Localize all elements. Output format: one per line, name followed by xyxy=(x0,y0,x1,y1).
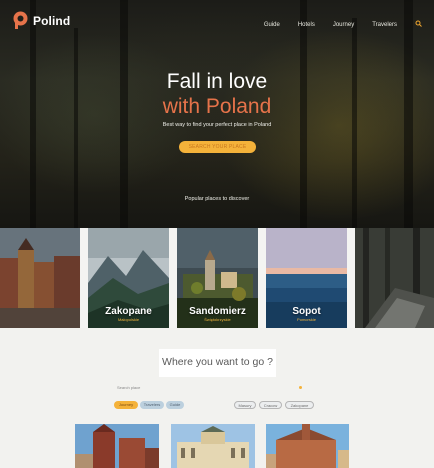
church-image xyxy=(75,424,159,468)
result-photo-townhall[interactable] xyxy=(266,424,349,468)
place-region: Małopolskie xyxy=(117,317,140,322)
result-photo-church[interactable] xyxy=(75,424,159,468)
hero-title-line1: Fall in love xyxy=(166,70,268,93)
chip-cracow[interactable]: Cracow xyxy=(259,401,282,409)
carousel-side-card-left[interactable] xyxy=(0,228,80,328)
palace-image xyxy=(171,424,255,468)
carousel-side-card-right[interactable] xyxy=(355,228,434,328)
townhall-image xyxy=(266,424,349,468)
chip-journey[interactable]: Journey xyxy=(114,401,138,409)
chip-guide[interactable]: Guide xyxy=(166,401,184,409)
place-card-zakopane[interactable]: Zakopane Małopolskie xyxy=(88,228,169,328)
place-region: Pomorskie xyxy=(297,317,316,322)
hero-title: Fall in love with Poland xyxy=(0,69,434,119)
hero-section: Polind Guide Hotels Journey Travelers Fa… xyxy=(0,0,434,228)
nav-guide[interactable]: Guide xyxy=(264,22,280,28)
nav-journey[interactable]: Journey xyxy=(333,22,354,28)
search-place-button[interactable]: SEARCH YOUR PLACE xyxy=(179,141,256,153)
place-card-sopot[interactable]: Sopot Pomorskie xyxy=(266,228,347,328)
place-region: Świętokrzyskie xyxy=(204,317,231,322)
hero-subtitle: Best way to find your perfect place in P… xyxy=(162,122,272,128)
search-icon[interactable] xyxy=(415,20,422,29)
result-photo-palace[interactable] xyxy=(171,424,255,468)
place-name: Sandomierz xyxy=(189,306,246,317)
brand-logo[interactable]: Polind xyxy=(12,11,70,30)
chip-travelers[interactable]: Travelers xyxy=(140,401,164,409)
place-name: Zakopane xyxy=(105,306,152,317)
place-card-sandomierz[interactable]: Sandomierz Świętokrzyskie xyxy=(177,228,258,328)
hero-title-line2: with Poland xyxy=(162,95,272,118)
brand-name: Polind xyxy=(33,13,71,28)
nav-hotels[interactable]: Hotels xyxy=(298,22,315,28)
indicator-dot xyxy=(299,386,302,389)
popular-heading: Popular places to discover xyxy=(184,196,250,202)
places-carousel: Zakopane Małopolskie Sandomierz Świętokr… xyxy=(0,228,434,328)
main-nav: Guide Hotels Journey Travelers xyxy=(264,20,422,29)
place-name: Sopot xyxy=(292,306,321,317)
filter-label: Search place xyxy=(117,385,141,390)
finder-title: Where you want to go ? xyxy=(159,349,276,377)
nav-travelers[interactable]: Travelers xyxy=(372,22,397,28)
chip-zakopane[interactable]: Zakopane xyxy=(285,401,314,409)
pin-logo-icon xyxy=(13,11,28,29)
forest-stream-image xyxy=(355,228,434,328)
old-town-image xyxy=(0,228,80,328)
chip-masury[interactable]: Masury xyxy=(234,401,256,409)
